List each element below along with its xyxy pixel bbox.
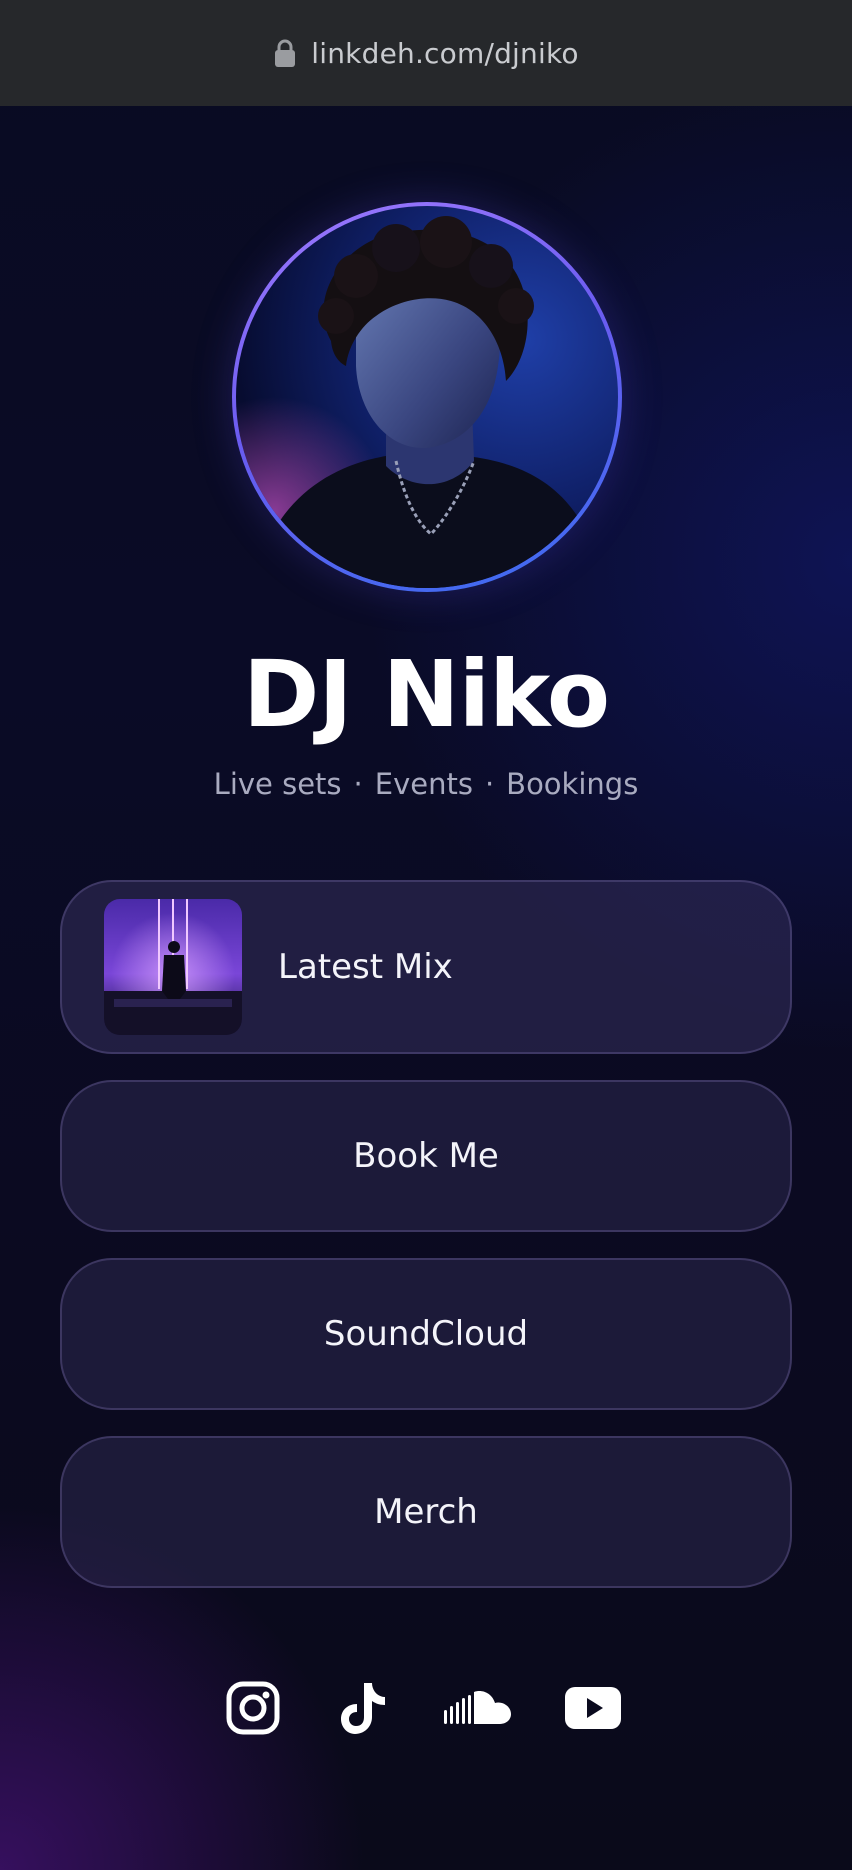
book-me-label: Book Me — [353, 1136, 499, 1176]
social-links — [0, 1676, 852, 1740]
latest-mix-thumbnail — [104, 899, 242, 1035]
book-me-button[interactable]: Book Me — [60, 1080, 792, 1232]
merch-label: Merch — [374, 1492, 478, 1532]
avatar-photo — [236, 206, 618, 588]
tagline-item: Events — [374, 767, 473, 801]
profile-name: DJ Niko — [242, 641, 610, 748]
address-bar[interactable]: linkdeh.com/djniko — [0, 0, 852, 106]
url-text: linkdeh.com/djniko — [311, 36, 579, 70]
tagline-item: Bookings — [506, 767, 639, 801]
soundcloud-icon[interactable] — [442, 1676, 514, 1740]
profile-avatar — [232, 202, 622, 592]
soundcloud-button[interactable]: SoundCloud — [60, 1258, 792, 1410]
youtube-icon[interactable] — [564, 1676, 622, 1740]
latest-mix-button[interactable]: Latest Mix — [60, 880, 792, 1054]
profile-tagline: Live sets · Events · Bookings — [0, 762, 852, 806]
instagram-icon[interactable] — [226, 1676, 280, 1740]
tiktok-icon[interactable] — [338, 1676, 388, 1740]
tagline-separator: · — [484, 767, 495, 801]
merch-button[interactable]: Merch — [60, 1436, 792, 1588]
latest-mix-label: Latest Mix — [278, 947, 453, 987]
lock-icon — [275, 39, 296, 67]
soundcloud-label: SoundCloud — [323, 1314, 529, 1354]
tagline-separator: · — [353, 767, 363, 801]
tagline-item: Live sets — [213, 767, 342, 801]
